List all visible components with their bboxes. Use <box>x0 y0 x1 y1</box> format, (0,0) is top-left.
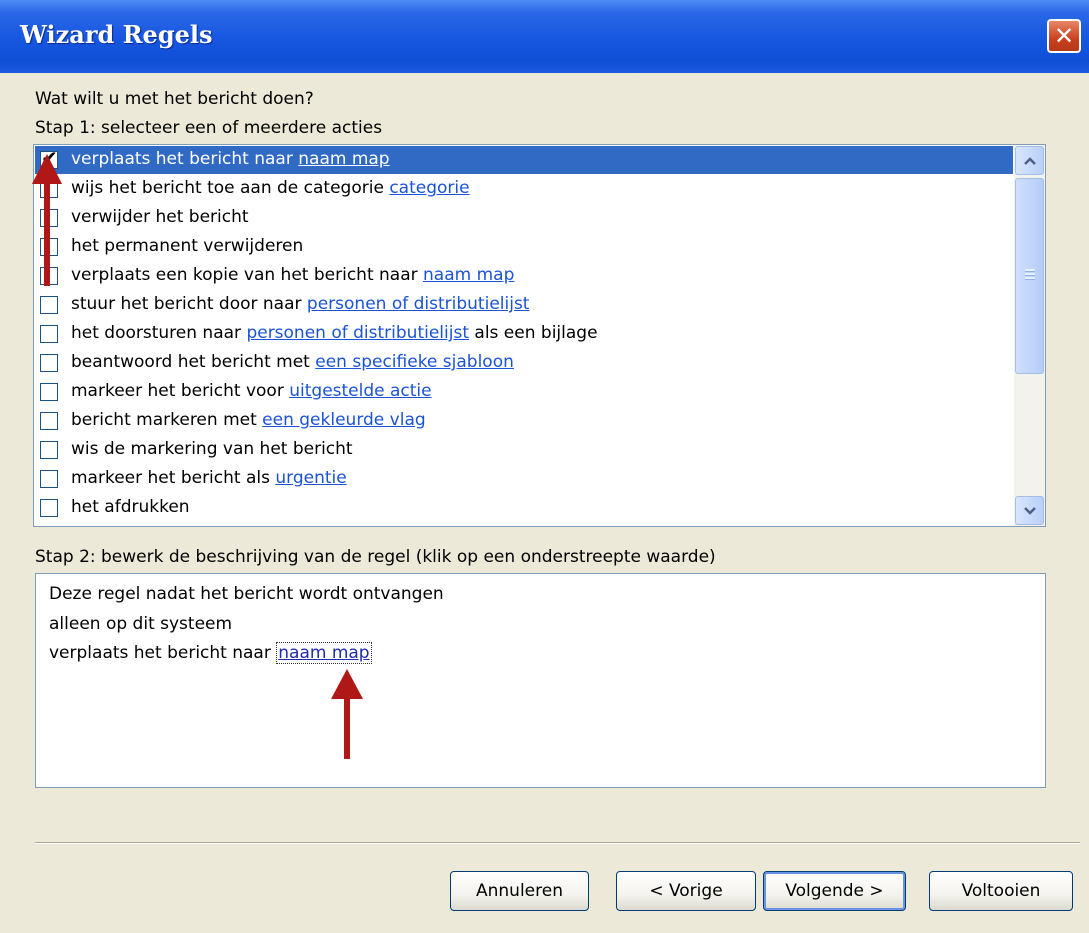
action-text: verplaats het bericht naar <box>71 149 299 169</box>
action-label: stuur het bericht door naar personen of … <box>71 294 529 314</box>
action-item[interactable]: markeer het bericht als urgentie <box>35 465 1013 493</box>
action-label: verplaats een kopie van het bericht naar… <box>71 265 514 285</box>
action-label: wis de markering van het bericht <box>71 439 353 459</box>
action-link[interactable]: een gekleurde vlag <box>262 410 425 430</box>
annotation-arrow-icon <box>331 669 363 759</box>
finish-button[interactable]: Voltooien <box>929 871 1073 911</box>
close-icon: ✕ <box>1053 22 1075 50</box>
action-label: markeer het bericht voor uitgestelde act… <box>71 381 432 401</box>
action-text: markeer het bericht als <box>71 468 276 488</box>
action-text: wijs het bericht toe aan de categorie <box>71 178 390 198</box>
action-item[interactable]: wis de markering van het bericht <box>35 436 1013 464</box>
action-checkbox[interactable] <box>40 412 58 430</box>
annotation-arrow-icon <box>32 154 62 286</box>
action-item[interactable]: het doorsturen naar personen of distribu… <box>35 320 1013 348</box>
action-label: het afdrukken <box>71 497 190 517</box>
rules-wizard-dialog: Wizard Regels ✕ Wat wilt u met het beric… <box>0 0 1089 933</box>
step1-label: Stap 1: selecteer een of meerdere acties <box>35 118 383 138</box>
action-item[interactable]: ✔ verplaats het bericht naar naam map <box>35 146 1013 174</box>
scroll-down-button[interactable] <box>1015 496 1044 525</box>
question-label: Wat wilt u met het bericht doen? <box>35 89 314 109</box>
scroll-up-button[interactable] <box>1015 146 1044 175</box>
action-label: beantwoord het bericht met een specifiek… <box>71 352 514 372</box>
action-item[interactable]: bericht markeren met een gekleurde vlag <box>35 407 1013 435</box>
action-text: het doorsturen naar <box>71 323 247 343</box>
action-suffix: als een bijlage <box>469 323 598 343</box>
description-line-2: alleen op dit systeem <box>49 614 233 634</box>
action-checkbox[interactable] <box>40 383 58 401</box>
close-button[interactable]: ✕ <box>1047 19 1081 53</box>
action-item[interactable]: stuur het bericht door naar personen of … <box>35 291 1013 319</box>
action-text: het afdrukken <box>71 497 190 517</box>
action-item[interactable]: markeer het bericht voor uitgestelde act… <box>35 378 1013 406</box>
action-link[interactable]: urgentie <box>275 468 346 488</box>
dialog-title: Wizard Regels <box>20 20 213 49</box>
action-text: verplaats een kopie van het bericht naar <box>71 265 424 285</box>
action-link[interactable]: naam map <box>298 149 389 169</box>
description-line-3: verplaats het bericht naar naam map <box>49 642 372 664</box>
action-text: bericht markeren met <box>71 410 263 430</box>
action-text: wis de markering van het bericht <box>71 439 353 459</box>
actions-listbox[interactable]: ✔ verplaats het bericht naar naam map wijs… <box>33 144 1046 527</box>
step2-label: Stap 2: bewerk de beschrijving van de re… <box>35 547 716 567</box>
action-checkbox[interactable] <box>40 470 58 488</box>
grip-icon <box>1025 269 1035 280</box>
action-link[interactable]: personen of distributielijst <box>307 294 530 314</box>
action-text: verwijder het bericht <box>71 207 249 227</box>
action-link[interactable]: categorie <box>389 178 469 198</box>
action-item[interactable]: het afdrukken <box>35 494 1013 522</box>
action-item[interactable]: verplaats een kopie van het bericht naar… <box>35 262 1013 290</box>
description-line-3-text: verplaats het bericht naar <box>49 643 277 663</box>
action-link[interactable]: uitgestelde actie <box>289 381 431 401</box>
action-checkbox[interactable] <box>40 325 58 343</box>
action-label: verplaats het bericht naar naam map <box>71 149 390 169</box>
action-label: het permanent verwijderen <box>71 236 303 256</box>
action-checkbox[interactable] <box>40 296 58 314</box>
actions-scrollbar[interactable] <box>1014 145 1045 526</box>
action-link[interactable]: een specifieke sjabloon <box>315 352 514 372</box>
action-text: markeer het bericht voor <box>71 381 290 401</box>
action-text: het permanent verwijderen <box>71 236 304 256</box>
action-item[interactable]: het permanent verwijderen <box>35 233 1013 261</box>
separator <box>35 842 1080 844</box>
action-label: markeer het bericht als urgentie <box>71 468 347 488</box>
action-label: verwijder het bericht <box>71 207 249 227</box>
action-text: beantwoord het bericht met <box>71 352 316 372</box>
action-item[interactable]: wijs het bericht toe aan de categorie ca… <box>35 175 1013 203</box>
action-link[interactable]: naam map <box>423 265 514 285</box>
action-text: stuur het bericht door naar <box>71 294 307 314</box>
action-checkbox[interactable] <box>40 499 58 517</box>
action-checkbox[interactable] <box>40 441 58 459</box>
action-item[interactable]: verwijder het bericht <box>35 204 1013 232</box>
folder-name-link[interactable]: naam map <box>276 642 372 664</box>
action-link[interactable]: personen of distributielijst <box>246 323 469 343</box>
chevron-down-icon <box>1024 507 1036 515</box>
action-label: het doorsturen naar personen of distribu… <box>71 323 598 343</box>
cancel-button[interactable]: Annuleren <box>450 871 589 911</box>
action-label: bericht markeren met een gekleurde vlag <box>71 410 426 430</box>
rule-description-box: Deze regel nadat het bericht wordt ontva… <box>35 573 1046 788</box>
action-item[interactable]: beantwoord het bericht met een specifiek… <box>35 349 1013 377</box>
scroll-thumb[interactable] <box>1015 178 1044 374</box>
chevron-up-icon <box>1024 157 1036 165</box>
action-label: wijs het bericht toe aan de categorie ca… <box>71 178 470 198</box>
description-line-1: Deze regel nadat het bericht wordt ontva… <box>49 584 444 604</box>
title-bar[interactable]: Wizard Regels ✕ <box>0 0 1089 73</box>
back-button[interactable]: < Vorige <box>616 871 756 911</box>
next-button[interactable]: Volgende > <box>763 871 906 911</box>
action-checkbox[interactable] <box>40 354 58 372</box>
